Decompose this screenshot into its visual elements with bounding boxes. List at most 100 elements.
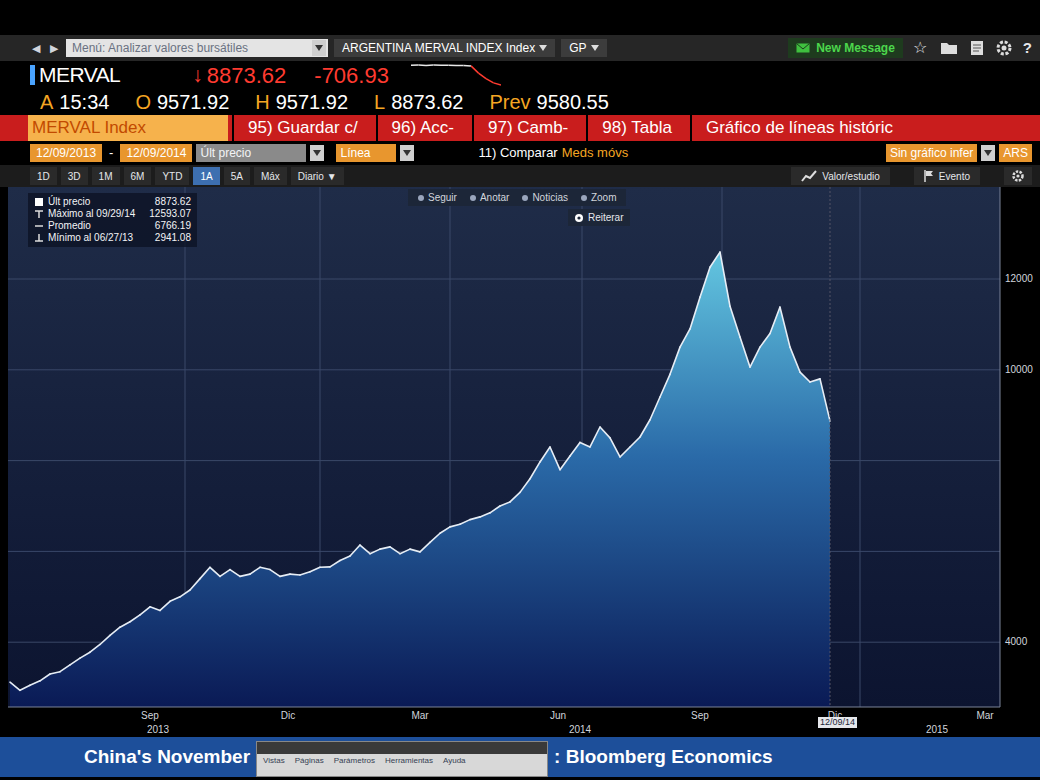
help-button[interactable]: ? [1021, 37, 1034, 60]
legend-entry: Promedio [34, 220, 135, 232]
security-dropdown[interactable]: ARGENTINA MERVAL INDEX Index [334, 39, 555, 57]
launchpad-menu-item[interactable]: Herramientas [385, 756, 433, 766]
chart-tool-button[interactable]: Evento [914, 167, 980, 185]
period-button[interactable]: Máx [254, 167, 287, 185]
series-segment [10, 682, 20, 690]
action-button[interactable]: 98) Tabla [586, 115, 686, 141]
start-date-field[interactable]: 12/09/2013 [30, 144, 102, 162]
series-segment [740, 337, 750, 367]
function-dropdown[interactable]: GP [561, 39, 606, 57]
series-segment [70, 658, 80, 665]
folder-button[interactable] [937, 41, 961, 55]
moving-average-button[interactable]: Meds móvs [562, 143, 628, 163]
period-button[interactable]: 6M [124, 167, 152, 185]
price-chart[interactable]: Últ precio8873.62Máximo al 09/29/1412593… [0, 187, 1040, 737]
period-button[interactable]: 3D [61, 167, 88, 185]
dropdown-button[interactable] [312, 40, 326, 56]
period-label: Máx [261, 169, 280, 184]
field-label: L [374, 87, 385, 117]
series-segment [500, 502, 510, 506]
series-area [10, 252, 830, 707]
favorite-button[interactable]: ☆ [909, 36, 931, 60]
period-label: 1M [99, 169, 113, 184]
end-date-field[interactable]: 12/09/2014 [120, 144, 192, 162]
chart-tool[interactable]: Noticias [518, 190, 571, 205]
x-axis-year: 2015 [926, 724, 948, 736]
series-segment [230, 570, 240, 577]
launchpad-menu-item[interactable]: Vistas [263, 756, 285, 766]
launchpad-menu-item[interactable]: Páginas [295, 756, 324, 766]
legend-marker-icon [34, 209, 44, 219]
series-segment [140, 607, 150, 615]
menu-text: Menú: Analizar valores bursátiles [72, 39, 308, 57]
launchpad-menu-item[interactable]: Ayuda [443, 756, 466, 766]
top-toolbar: ◀ ▶ Menú: Analizar valores bursátiles ARGEN… [0, 35, 1040, 61]
legend-label: Máximo al 09/29/14 [48, 208, 135, 220]
quote-field: O9571.92 [135, 87, 229, 117]
x-axis-month: Sep [141, 710, 159, 722]
sparkline [411, 63, 501, 87]
nav-button[interactable]: ◀ [30, 40, 42, 57]
series-segment [510, 492, 520, 502]
style-dropdown[interactable]: Línea [336, 144, 396, 162]
chart-tool[interactable]: Zoom [577, 190, 620, 205]
menu-field[interactable]: Menú: Analizar valores bursátiles [66, 39, 328, 57]
period-button[interactable]: 1A [193, 167, 219, 185]
action-bar: MERVAL Index95) Guardar c/96) Acc-97) Ca… [0, 115, 1040, 141]
date-separator: - [106, 143, 116, 163]
field-label: Prev [489, 87, 530, 117]
series-segment [790, 347, 800, 372]
gear-icon [1012, 170, 1024, 182]
period-button[interactable]: 5A [224, 167, 250, 185]
settings-bar: 12/09/2013-12/09/2014Últ precio Línea 11) … [0, 141, 1040, 165]
chart-canvas [0, 187, 1040, 737]
currency-field[interactable]: ARS [999, 144, 1032, 162]
nav-button[interactable]: ▶ [48, 40, 60, 57]
period-button[interactable]: 1D [30, 167, 57, 185]
series-segment [660, 374, 670, 397]
legend-value: 8873.62 [149, 196, 191, 208]
new-message-button[interactable]: New Message [788, 38, 903, 58]
chart-type-title: Gráfico de líneas históric [690, 115, 893, 141]
y-axis-tick: 4000 [1003, 636, 1029, 648]
chart-settings-button[interactable] [1004, 167, 1032, 185]
series-segment [470, 517, 480, 520]
series-segment [350, 545, 360, 556]
chart-tool-row: Seguir Anotar Noticias Zoom [408, 189, 626, 206]
chart-tool-label: Seguir [428, 190, 457, 205]
series-segment [190, 579, 200, 590]
series-segment [540, 447, 550, 462]
dropdown-button[interactable] [400, 145, 414, 161]
compare-button[interactable]: 11) Comparar [478, 143, 557, 163]
chart-tool[interactable]: Seguir [414, 190, 460, 205]
reset-icon [574, 213, 584, 223]
settings-button[interactable] [993, 40, 1015, 56]
document-button[interactable] [967, 40, 987, 56]
launchpad-titlebar [257, 742, 547, 754]
action-button[interactable]: 95) Guardar c/ [232, 115, 372, 141]
dropdown-button[interactable] [310, 145, 324, 161]
frequency-dropdown[interactable]: Diario ▼ [291, 167, 344, 185]
chart-tool-button[interactable]: Valor/estudio [791, 167, 890, 185]
period-button[interactable]: YTD [155, 167, 189, 185]
field-dropdown[interactable]: Últ precio [196, 144, 306, 162]
change-text: -706.93 [314, 59, 389, 92]
chart-tool[interactable]: Anotar [466, 190, 512, 205]
action-button[interactable]: 96) Acc- [376, 115, 468, 141]
x-axis-month: Mar [411, 710, 428, 722]
lower-chart-dropdown[interactable]: Sin gráfico infer [886, 144, 977, 162]
series-segment [160, 601, 170, 610]
security-title: MERVAL Index [28, 115, 228, 141]
period-button[interactable]: 1M [92, 167, 120, 185]
launchpad-menu-item[interactable]: Parámetros [334, 756, 375, 766]
series-segment [430, 533, 440, 542]
action-button[interactable]: 97) Camb- [472, 115, 582, 141]
tool-icon [521, 194, 529, 202]
series-segment [60, 665, 70, 672]
series-segment [380, 547, 390, 549]
legend-label: Promedio [48, 220, 91, 232]
reset-button[interactable]: Reiterar [568, 209, 630, 226]
dropdown-button[interactable] [981, 145, 995, 161]
y-axis-tick: 10000 [1003, 364, 1035, 376]
ticker-marker [30, 65, 35, 85]
